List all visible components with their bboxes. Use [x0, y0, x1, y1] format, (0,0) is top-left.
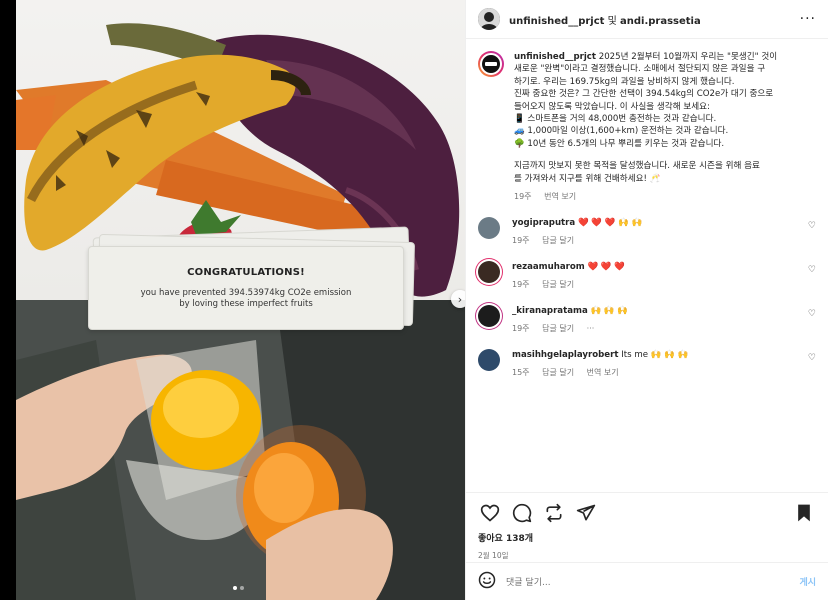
emoji-icon[interactable]: [478, 571, 496, 593]
comment-time: 19주: [512, 324, 530, 334]
like-comment-icon[interactable]: ♡: [808, 353, 816, 363]
comment-item: _kiranapratama 🙌 🙌 🙌 19주 답글 달기 ··· ♡: [478, 305, 816, 335]
post-dialog: CONGRATULATIONS! you have prevented 394.…: [16, 0, 828, 600]
comment-text: 🙌 🙌 🙌: [590, 306, 629, 317]
post-date: 2월 10일: [478, 551, 509, 560]
caption-line: 🌳 10년 동안 6.5개의 나무 뿌리를 키우는 것과 같습니다.: [514, 138, 725, 149]
author-avatar[interactable]: [478, 8, 500, 30]
comment-item: masihhgelaplayrobert Its me 🙌 🙌 🙌 15주 답글…: [478, 349, 816, 379]
author-username[interactable]: unfinished__prjct: [509, 16, 604, 27]
like-comment-icon[interactable]: ♡: [808, 221, 816, 231]
next-slide-button[interactable]: ›: [451, 290, 465, 308]
carousel-dot: [233, 586, 237, 590]
post-caption: unfinished__prjct 2025년 2월부터 10월까지 우리는 "…: [466, 39, 828, 203]
card-body: you have prevented 394.53974kg CO2e emis…: [140, 287, 352, 309]
share-icon[interactable]: [574, 501, 598, 525]
comment-more-button[interactable]: ···: [587, 324, 595, 333]
action-icons: [478, 501, 816, 525]
comment-meta: 19주 답글 달기: [512, 235, 642, 247]
caption-line: 🚙 1,000마일 이상(1,600+km) 운전하는 것과 같습니다.: [514, 126, 729, 137]
post-comment-button[interactable]: 게시: [799, 575, 816, 588]
bookmark-icon[interactable]: [792, 501, 816, 525]
like-count[interactable]: 좋아요 138개: [478, 531, 816, 544]
commenter-username[interactable]: masihhgelaplayrobert: [512, 350, 618, 360]
reply-link[interactable]: 답글 달기: [542, 236, 574, 245]
post-header: unfinished__prjct 및 andi.prassetia ···: [466, 0, 828, 39]
like-icon[interactable]: [478, 501, 502, 525]
comment-meta: 19주 답글 달기 ···: [512, 323, 628, 335]
comment-time: 19주: [512, 236, 530, 246]
commenter-avatar[interactable]: [478, 217, 500, 240]
comment-icon[interactable]: [510, 501, 534, 525]
comment-text: Its me 🙌 🙌 🙌: [621, 350, 689, 361]
commenter-username[interactable]: _kiranapratama: [512, 306, 588, 316]
like-comment-icon[interactable]: ♡: [808, 309, 816, 319]
caption-line: 📱 스마트폰을 거의 48,000번 충전하는 것과 같습니다.: [514, 114, 717, 125]
add-comment-bar: 댓글 달기... 게시: [466, 562, 828, 600]
more-options-button[interactable]: ···: [800, 11, 816, 27]
caption-line: 지금까지 맛보지 못한 목적을 달성했습니다. 새로운 시즌을 위해 음료: [514, 161, 760, 172]
commenter-avatar[interactable]: [478, 261, 500, 284]
comment-body: _kiranapratama 🙌 🙌 🙌 19주 답글 달기 ···: [512, 305, 628, 335]
toast-illustration: [16, 300, 465, 600]
caption-time: 19주: [514, 192, 532, 202]
comment-body: rezaamuharom ❤️ ❤️ ❤️ 19주 답글 달기: [512, 261, 625, 291]
author-names: unfinished__prjct 및 andi.prassetia: [509, 12, 701, 27]
comment-time: 15주: [512, 368, 530, 378]
post-side-panel: unfinished__prjct 및 andi.prassetia ··· u…: [465, 0, 828, 600]
commenter-username[interactable]: yogipraputra: [512, 218, 575, 228]
commenter-avatar[interactable]: [478, 349, 500, 372]
repost-icon[interactable]: [542, 501, 566, 525]
comment-text: ❤️ ❤️ ❤️ 🙌 🙌: [577, 218, 643, 229]
caption-line: 2025년 2월부터 10월까지 우리는 "못생긴" 것이: [596, 52, 778, 62]
caption-meta: 19주 번역 보기: [514, 191, 814, 203]
comment-meta: 19주 답글 달기: [512, 279, 625, 291]
caption-line: 하기로. 우리는 169.75kg의 과일을 낭비하지 않게 했습니다.: [514, 76, 735, 87]
comment-meta: 15주 답글 달기 번역 보기: [512, 367, 688, 379]
collab-username[interactable]: andi.prassetia: [620, 16, 701, 27]
post-actions: 좋아요 138개 2월 10일: [466, 492, 828, 561]
caption-line: 들어오지 않도록 막았습니다. 이 사실을 생각해 보세요:: [514, 101, 710, 112]
like-comment-icon[interactable]: ♡: [808, 265, 816, 275]
post-media[interactable]: CONGRATULATIONS! you have prevented 394.…: [16, 0, 465, 600]
toast-photo: [16, 300, 465, 600]
caption-username[interactable]: unfinished__prjct: [514, 52, 596, 62]
comment-input[interactable]: 댓글 달기...: [506, 575, 551, 588]
carousel-dot: [240, 586, 244, 590]
comment-translate-link[interactable]: 번역 보기: [587, 368, 619, 377]
commenter-username[interactable]: rezaamuharom: [512, 262, 585, 272]
caption-line: 새로운 "완벽"이라고 결정했습니다. 소매에서 절단되지 않은 과일을 구: [514, 64, 766, 75]
congratulations-card: CONGRATULATIONS! you have prevented 394.…: [88, 226, 416, 332]
comment-time: 19주: [512, 280, 530, 290]
reply-link[interactable]: 답글 달기: [542, 368, 574, 377]
reply-link[interactable]: 답글 달기: [542, 280, 574, 289]
caption-line: 를 가져와서 지구를 위해 건배하세요! 🥂: [514, 173, 661, 184]
comment-list: yogipraputra ❤️ ❤️ ❤️ 🙌 🙌 19주 답글 달기 ♡ re…: [466, 217, 828, 379]
caption-translate-link[interactable]: 번역 보기: [544, 192, 576, 201]
comment-item: rezaamuharom ❤️ ❤️ ❤️ 19주 답글 달기 ♡: [478, 261, 816, 291]
reply-link[interactable]: 답글 달기: [542, 324, 574, 333]
comment-body: masihhgelaplayrobert Its me 🙌 🙌 🙌 15주 답글…: [512, 349, 688, 379]
caption-body: unfinished__prjct 2025년 2월부터 10월까지 우리는 "…: [514, 51, 814, 203]
comment-item: yogipraputra ❤️ ❤️ ❤️ 🙌 🙌 19주 답글 달기 ♡: [478, 217, 816, 247]
carousel-dots: [233, 586, 244, 590]
caption-avatar[interactable]: [478, 51, 504, 77]
card-front: CONGRATULATIONS! you have prevented 394.…: [88, 246, 404, 330]
caption-line: 진짜 중요한 것은? 그 간단한 선택이 394.54kg의 CO2e가 대기 …: [514, 89, 774, 100]
comment-text: ❤️ ❤️ ❤️: [587, 262, 626, 273]
collab-separator: 및: [604, 15, 620, 27]
commenter-avatar[interactable]: [478, 305, 500, 328]
comment-body: yogipraputra ❤️ ❤️ ❤️ 🙌 🙌 19주 답글 달기: [512, 217, 642, 247]
card-title: CONGRATULATIONS!: [187, 266, 305, 278]
